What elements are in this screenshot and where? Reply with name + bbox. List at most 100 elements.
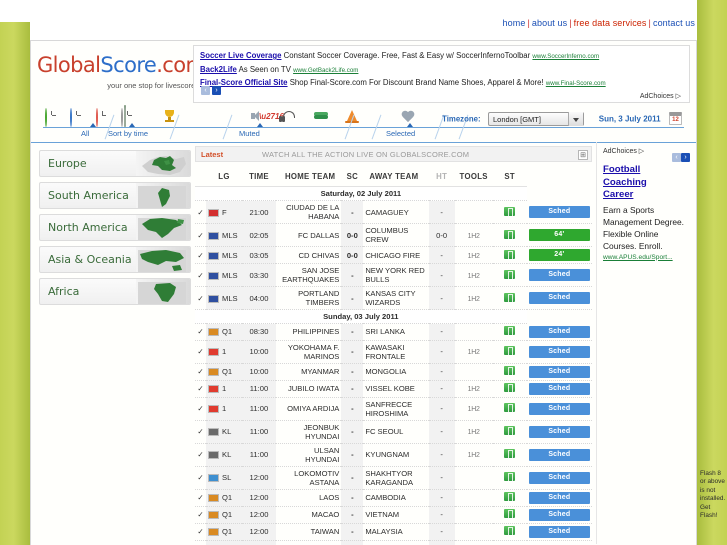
row-tool-halves[interactable]: 1H2	[454, 246, 493, 264]
row-tool-pitch[interactable]	[492, 286, 527, 310]
row-tool-halves[interactable]: 1H2	[454, 380, 493, 398]
nav-link-about-us[interactable]: about us	[532, 18, 567, 28]
header-home-team[interactable]: HOME TEAM	[276, 168, 342, 187]
row-away-team[interactable]: NEW YORK RED BULLS	[363, 263, 429, 287]
row-away-team[interactable]: KYUNGNAM	[363, 443, 429, 467]
status-badge[interactable]: Sched	[528, 471, 590, 484]
row-select-check[interactable]: ✓	[195, 397, 206, 421]
check-icon[interactable]: ✓	[197, 450, 203, 459]
row-status[interactable]: Sched	[526, 263, 592, 287]
row-tool-pitch[interactable]	[492, 443, 527, 467]
nav-link-home[interactable]: home	[503, 18, 526, 28]
latest-banner[interactable]: Latest WATCH ALL THE ACTION LIVE ON GLOB…	[195, 146, 592, 162]
row-tool-pitch[interactable]	[492, 466, 527, 490]
get-flash-link[interactable]: Get Flash!	[700, 504, 717, 519]
row-select-check[interactable]: ✓	[195, 443, 206, 467]
row-home-team[interactable]: JEONBUK HYUNDAI	[276, 420, 342, 444]
toolbar-label-all[interactable]: All	[81, 129, 89, 138]
row-home-team[interactable]: OMIYA ARDIJA	[276, 397, 342, 421]
row-league[interactable]: Q1	[206, 363, 242, 381]
row-league[interactable]: Q1	[206, 523, 242, 541]
row-status[interactable]: Sched	[526, 340, 592, 364]
next-ad-arrow-icon[interactable]: ›	[212, 86, 221, 96]
sidebar-item-europe[interactable]: Europe	[39, 150, 191, 177]
pitch-icon[interactable]	[504, 269, 516, 280]
table-row[interactable]: ✓ Q1 12:00 LAOS - CAMBODIA - Sched	[195, 489, 592, 507]
status-badge[interactable]: Sched	[528, 325, 590, 338]
row-away-team[interactable]: COLUMBUS CREW	[363, 223, 429, 247]
row-home-team[interactable]: LOKOMOTIV ASTANA	[276, 466, 342, 490]
clock-blue-icon[interactable]	[70, 108, 85, 128]
pitch-icon[interactable]	[504, 366, 516, 376]
table-row[interactable]: ✓ MLS 03:30 SAN JOSE EARTHQUAKES - NEW YORK R…	[195, 263, 592, 287]
brand-logo[interactable]: GlobalScore.com your one stop for livesc…	[37, 53, 206, 90]
row-league[interactable]: SL	[206, 466, 242, 490]
clock-red-icon[interactable]	[95, 108, 111, 128]
row-tool-halves[interactable]: 1H2	[454, 443, 493, 467]
table-row[interactable]: ✓ 1 11:00 OMIYA ARDIJA - SANFRECCE HIROSHIMA -…	[195, 397, 592, 421]
pitch-icon[interactable]	[504, 426, 516, 436]
row-home-team[interactable]: YOKOHAMA F. MARINOS	[276, 340, 342, 364]
check-icon[interactable]: ✓	[197, 384, 203, 393]
halves-icon[interactable]: 1H2	[468, 349, 480, 356]
row-league[interactable]: MLS	[206, 246, 242, 264]
check-icon[interactable]: ✓	[197, 294, 203, 303]
row-league[interactable]: 1	[206, 397, 242, 421]
table-row[interactable]: ✓ MLS 04:00 PORTLAND TIMBERS - KANSAS CITY WI…	[195, 286, 592, 310]
row-away-team[interactable]: SHAKHTYOR KARAGANDA	[363, 466, 429, 490]
row-tool-halves[interactable]	[454, 323, 493, 341]
row-status[interactable]: Sched	[526, 443, 592, 467]
table-row[interactable]: ✓ Q1 08:30 PHILIPPINES - SRI LANKA - Sched	[195, 323, 592, 341]
row-away-team[interactable]: CAMAGUEY	[363, 200, 429, 224]
nav-link-contact-us[interactable]: contact us	[653, 18, 695, 28]
pitch-icon[interactable]	[504, 383, 516, 393]
row-home-team[interactable]: JUBILO IWATA	[276, 380, 342, 398]
clock-green-icon[interactable]	[45, 108, 60, 128]
check-icon[interactable]: ✓	[197, 231, 203, 240]
top-adchoices-label[interactable]: AdChoices ▷	[640, 92, 681, 100]
row-away-team[interactable]: MONGOLIA	[363, 363, 429, 381]
check-icon[interactable]: ✓	[197, 327, 203, 336]
status-badge[interactable]: Sched	[528, 425, 590, 438]
row-tool-pitch[interactable]	[492, 420, 527, 444]
right-prev-arrow-icon[interactable]: ‹	[672, 153, 681, 162]
status-badge[interactable]: Sched	[528, 292, 590, 304]
header-lg[interactable]: LG	[206, 168, 242, 187]
table-row[interactable]: ✓ MLS 02:05 FC DALLAS 0-0 COLUMBUS CREW 0-0 1H2…	[195, 223, 592, 247]
row-status[interactable]: Sched	[526, 540, 592, 545]
row-select-check[interactable]: ✓	[195, 263, 206, 287]
pitch-icon[interactable]	[504, 449, 516, 459]
sidebar-item-north-america[interactable]: North America	[39, 214, 191, 241]
row-select-check[interactable]: ✓	[195, 323, 206, 341]
row-tool-pitch[interactable]	[492, 200, 527, 224]
row-home-team[interactable]: CIUDAD DE LA HABANA	[276, 200, 342, 224]
pitch-icon[interactable]	[504, 526, 516, 536]
timezone-select[interactable]: London [GMT]	[488, 111, 584, 126]
table-row[interactable]: ✓ KL 11:00 JEONBUK HYUNDAI - FC SEOUL -1H2 Sche…	[195, 420, 592, 444]
row-tool-pitch[interactable]	[492, 223, 527, 247]
right-ad-url[interactable]: www.APUS.edu/Sport...	[603, 254, 688, 261]
row-tool-pitch[interactable]	[492, 363, 527, 381]
row-away-team[interactable]: VEJLE (DNK)	[363, 540, 429, 545]
row-status[interactable]: 24'	[526, 246, 592, 264]
row-tool-halves[interactable]	[454, 363, 493, 381]
row-select-check[interactable]: ✓	[195, 523, 206, 541]
header-tools[interactable]: TOOLS	[454, 168, 493, 187]
row-home-team[interactable]: PORTLAND TIMBERS	[276, 286, 342, 310]
row-home-team[interactable]: MYANMAR	[276, 363, 342, 381]
row-tool-pitch[interactable]	[492, 263, 527, 287]
halves-icon[interactable]: 1H2	[468, 233, 480, 240]
top-ad-url-3[interactable]: www.Final-Score.com	[546, 80, 606, 87]
sidebar-item-south-america[interactable]: South America	[39, 182, 191, 209]
row-away-team[interactable]: VIETNAM	[363, 506, 429, 524]
check-icon[interactable]: ✓	[197, 404, 203, 413]
halves-icon[interactable]: 1H2	[468, 452, 480, 459]
row-status[interactable]: Sched	[526, 420, 592, 444]
expand-banner-icon[interactable]: ⊞	[578, 149, 588, 160]
row-away-team[interactable]: CHICAGO FIRE	[363, 246, 429, 264]
header-time[interactable]: TIME	[242, 168, 276, 187]
row-league[interactable]: MLS	[206, 263, 242, 287]
row-home-team[interactable]: LAOS	[276, 489, 342, 507]
row-select-check[interactable]: ✓	[195, 246, 206, 264]
row-select-check[interactable]: ✓	[195, 223, 206, 247]
